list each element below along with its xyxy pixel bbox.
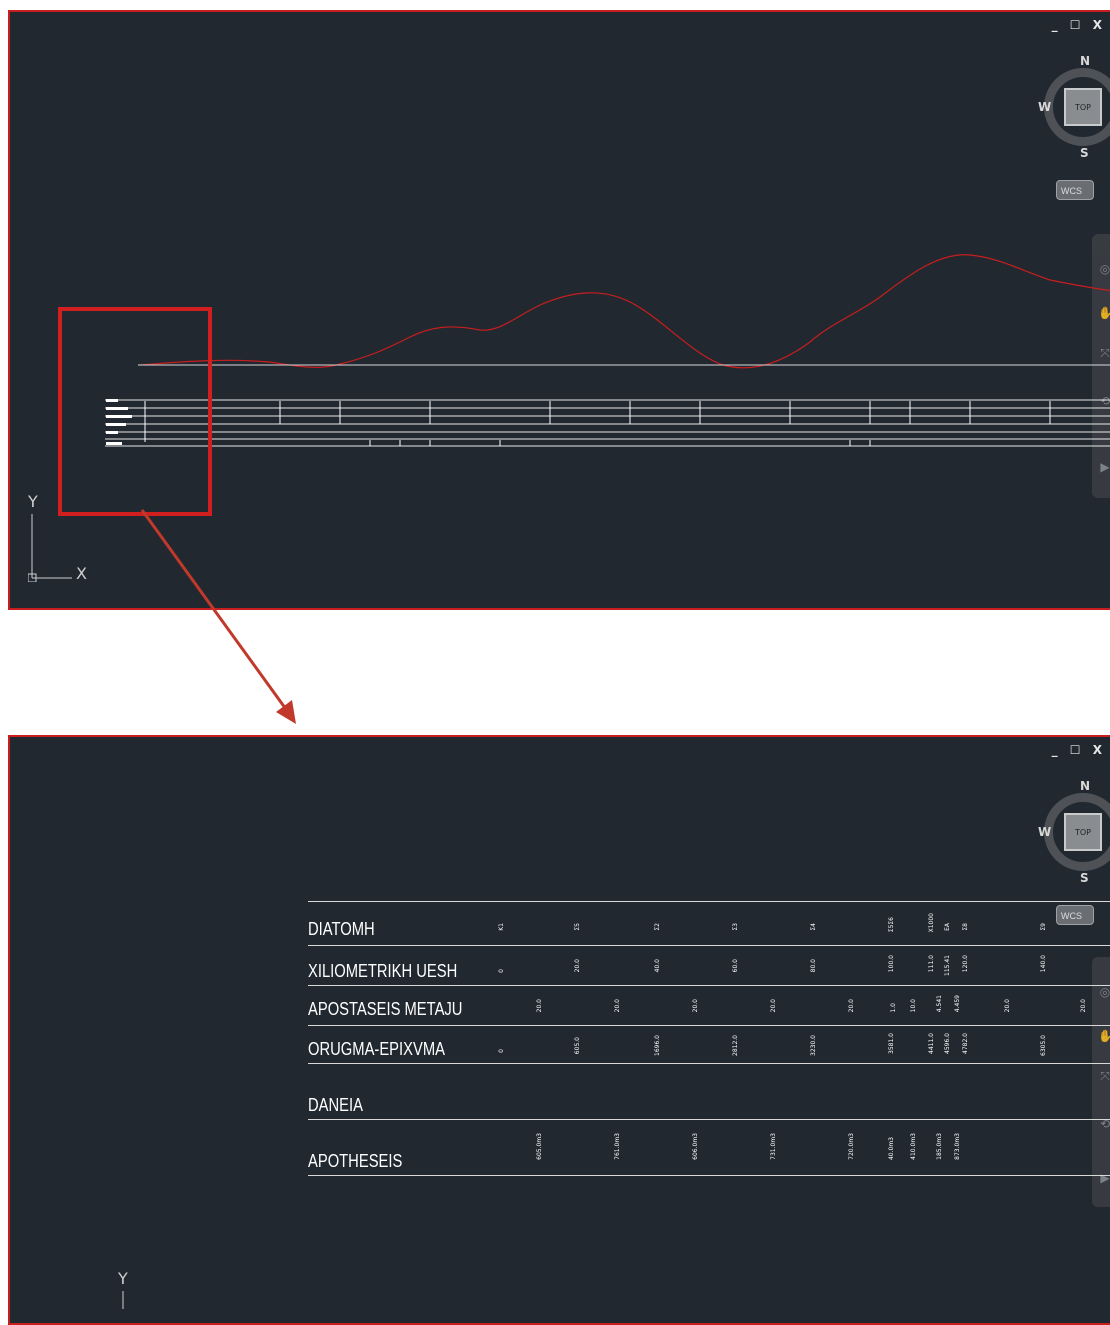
table-cell: 410.0m3 <box>910 1133 917 1160</box>
table-cell: 80.0 <box>810 959 817 973</box>
table-cell: 0 <box>498 1049 505 1053</box>
compass-south: S <box>1080 871 1089 885</box>
table-cell: Σ5 <box>574 923 581 931</box>
zoom-arrow-head <box>276 700 296 724</box>
row-label-orugma-epixvma: ORUGMA-EPIXVMA <box>308 1039 445 1059</box>
ucs-x-label: X <box>76 564 87 583</box>
terrain-profile-line <box>139 254 1110 369</box>
table-cell: 20.0 <box>770 999 777 1013</box>
table-cell: 20.0 <box>848 999 855 1013</box>
table-cell: 1.0 <box>890 1003 897 1013</box>
table-cell: Σ9 <box>1040 923 1047 931</box>
table-cell: 1696.0 <box>654 1035 661 1056</box>
viewcube-top-face[interactable]: TOP <box>1064 813 1102 851</box>
table-cell: K1 <box>498 923 505 931</box>
table-cell: 605.0 <box>574 1037 581 1055</box>
viewcube[interactable]: TOP N S E W <box>1038 779 1110 889</box>
window-controls[interactable]: _ ☐ X <box>1052 743 1106 757</box>
table-cell: 6305.0 <box>1040 1035 1047 1056</box>
table-cell: 731.0m3 <box>770 1133 777 1160</box>
table-line <box>308 945 1110 946</box>
table-cell: 3230.0 <box>810 1035 817 1056</box>
drawing-canvas-top <box>58 254 1110 516</box>
table-cell: 20.0 <box>574 959 581 973</box>
ucs-icon: Y <box>118 1269 158 1309</box>
table-cell: 4.541 <box>936 995 943 1013</box>
table-cell: 761.0m3 <box>614 1133 621 1160</box>
drawing-viewport-zoomed[interactable]: _ ☐ X TOP N S E W WCS ◎ ✋ ⤧ ⟲ ▶ DIATOMH … <box>8 735 1110 1325</box>
row-label-daneia: DANEIA <box>308 1095 363 1115</box>
table-cell: 20.0 <box>692 999 699 1013</box>
table-line <box>308 1175 1110 1176</box>
table-line <box>308 1025 1110 1026</box>
table-line <box>308 901 1110 902</box>
profile-table-miniature <box>105 399 1110 447</box>
table-cell: 4411.0 <box>928 1033 935 1054</box>
compass-west: W <box>1038 825 1052 839</box>
table-cell: 20.0 <box>1080 999 1087 1013</box>
profile-table-label-bars <box>106 399 132 445</box>
ucs-icon: Y X <box>28 492 98 583</box>
table-cell: 111.0 <box>928 955 935 973</box>
table-cell: 10.0 <box>910 999 917 1013</box>
table-cell: 4.459 <box>954 995 961 1013</box>
table-cell: 40.0m3 <box>888 1137 895 1161</box>
table-line <box>308 985 1110 986</box>
row-label-apostaseis-metaju: APOSTASEIS METAJU <box>308 999 463 1019</box>
table-cell: 873.0m3 <box>954 1133 961 1160</box>
table-cell: 20.0 <box>1004 999 1011 1013</box>
ucs-y-label: Y <box>28 492 38 511</box>
table-cell: 720.0m3 <box>848 1133 855 1160</box>
table-cell: 115.41 <box>944 955 951 976</box>
table-line <box>308 1119 1110 1120</box>
table-cell: 606.0m3 <box>692 1133 699 1160</box>
table-cell: EA <box>944 923 951 931</box>
table-cell: 60.0 <box>732 959 739 973</box>
pan-hand-icon[interactable]: ✋ <box>1098 1029 1110 1043</box>
zoom-icon[interactable]: ⤧ <box>1098 1069 1110 1083</box>
compass-north: N <box>1080 779 1091 793</box>
table-cell: 185.0m3 <box>936 1133 943 1160</box>
table-cell: 0 <box>498 969 505 973</box>
row-label-apotheseis: APOTHESEIS <box>308 1151 403 1171</box>
table-cell: 4782.0 <box>962 1033 969 1054</box>
table-cell: 20.0 <box>536 999 543 1013</box>
table-cell: 100.0 <box>888 955 895 973</box>
table-cell: X1000 <box>928 913 935 933</box>
steering-wheel-icon[interactable]: ◎ <box>1098 985 1110 999</box>
table-cell: Σ5Σ6 <box>888 917 895 933</box>
table-cell: 140.0 <box>1040 955 1047 973</box>
wcs-menu-button[interactable]: WCS <box>1056 905 1094 925</box>
table-cell: Σ8 <box>962 923 969 931</box>
row-label-xiliometrikh-uesh: XILIOMETRIKH UESH <box>308 961 458 981</box>
table-cell: 40.0 <box>654 959 661 973</box>
table-cell: 120.0 <box>962 955 969 973</box>
table-cell: 20.0 <box>614 999 621 1013</box>
zoom-highlight-box <box>58 307 212 516</box>
showmotion-icon[interactable]: ▶ <box>1098 1171 1110 1185</box>
table-line <box>308 1063 1110 1064</box>
table-cell: Σ2 <box>654 923 661 931</box>
table-cell: 3581.0 <box>888 1033 895 1054</box>
table-cell: Σ4 <box>810 923 817 931</box>
table-cell: 2812.0 <box>732 1035 739 1056</box>
table-cell: 605.0m3 <box>536 1133 543 1160</box>
navigation-bar[interactable]: ◎ ✋ ⤧ ⟲ ▶ <box>1092 957 1110 1207</box>
table-cell: Σ3 <box>732 923 739 931</box>
table-cell: 4596.0 <box>944 1033 951 1054</box>
drawing-viewport-overview[interactable]: _ ☐ X TOP N S E W WCS ◎ ✋ ⤧ ⟲ ▶ <box>8 10 1110 610</box>
row-label-diatomh: DIATOMH <box>308 919 375 939</box>
